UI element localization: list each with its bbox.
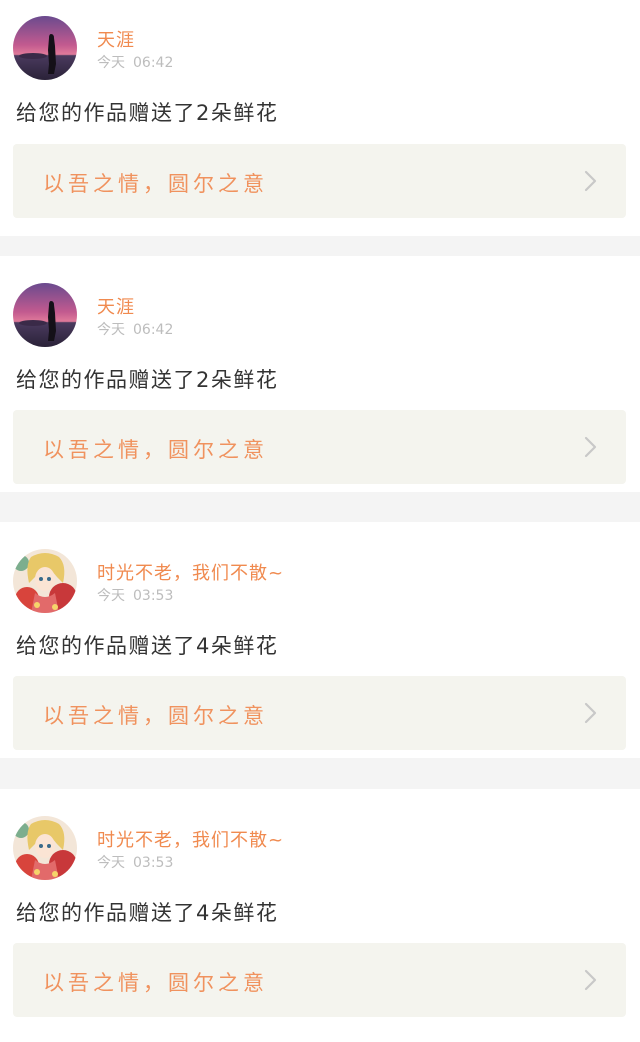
gift-text: 以吾之情，圆尔之意 bbox=[43, 971, 268, 995]
notification-card: 时光不老，我们不散~ 今天 03:53 给您的作品赠送了4朵鲜花 以吾之情，圆尔之… bbox=[0, 789, 640, 1042]
timestamp: 今天 06:42 bbox=[97, 319, 173, 339]
timestamp-day: 今天 bbox=[97, 588, 125, 604]
notification-card: 天涯 今天 06:42 给您的作品赠送了2朵鲜花 以吾之情，圆尔之意 bbox=[0, 0, 640, 236]
anime-girl-avatar[interactable] bbox=[13, 549, 77, 613]
timestamp-time: 03:53 bbox=[133, 855, 174, 871]
notification-card: 时光不老，我们不散~ 今天 03:53 给您的作品赠送了4朵鲜花 以吾之情，圆尔之… bbox=[0, 522, 640, 758]
timestamp-time: 06:42 bbox=[133, 55, 174, 71]
timestamp-time: 06:42 bbox=[133, 322, 174, 338]
username[interactable]: 天涯 bbox=[97, 293, 135, 319]
chevron-right-icon bbox=[580, 969, 600, 991]
notification-message: 给您的作品赠送了2朵鲜花 bbox=[16, 101, 279, 125]
username[interactable]: 天涯 bbox=[97, 26, 135, 52]
notification-card: 天涯 今天 06:42 给您的作品赠送了2朵鲜花 以吾之情，圆尔之意 bbox=[0, 256, 640, 492]
chevron-right-icon bbox=[580, 436, 600, 458]
timestamp-day: 今天 bbox=[97, 55, 125, 71]
timestamp-day: 今天 bbox=[97, 322, 125, 338]
gift-banner[interactable]: 以吾之情，圆尔之意 bbox=[13, 144, 626, 218]
notification-feed: 天涯 今天 06:42 给您的作品赠送了2朵鲜花 以吾之情，圆尔之意 天涯 今天… bbox=[0, 0, 640, 1042]
gift-banner[interactable]: 以吾之情，圆尔之意 bbox=[13, 943, 626, 1017]
sunset-silhouette-avatar[interactable] bbox=[13, 16, 77, 80]
chevron-right-icon bbox=[580, 170, 600, 192]
timestamp: 今天 06:42 bbox=[97, 52, 173, 72]
sunset-silhouette-avatar[interactable] bbox=[13, 283, 77, 347]
gift-banner[interactable]: 以吾之情，圆尔之意 bbox=[13, 676, 626, 750]
gift-text: 以吾之情，圆尔之意 bbox=[43, 172, 268, 196]
gift-text: 以吾之情，圆尔之意 bbox=[43, 704, 268, 728]
gift-text: 以吾之情，圆尔之意 bbox=[43, 438, 268, 462]
timestamp-day: 今天 bbox=[97, 855, 125, 871]
chevron-right-icon bbox=[580, 702, 600, 724]
notification-message: 给您的作品赠送了4朵鲜花 bbox=[16, 901, 279, 925]
notification-message: 给您的作品赠送了2朵鲜花 bbox=[16, 368, 279, 392]
timestamp: 今天 03:53 bbox=[97, 585, 173, 605]
timestamp-time: 03:53 bbox=[133, 588, 174, 604]
timestamp: 今天 03:53 bbox=[97, 852, 173, 872]
notification-message: 给您的作品赠送了4朵鲜花 bbox=[16, 634, 279, 658]
anime-girl-avatar[interactable] bbox=[13, 816, 77, 880]
gift-banner[interactable]: 以吾之情，圆尔之意 bbox=[13, 410, 626, 484]
username[interactable]: 时光不老，我们不散~ bbox=[97, 826, 284, 852]
username[interactable]: 时光不老，我们不散~ bbox=[97, 559, 284, 585]
